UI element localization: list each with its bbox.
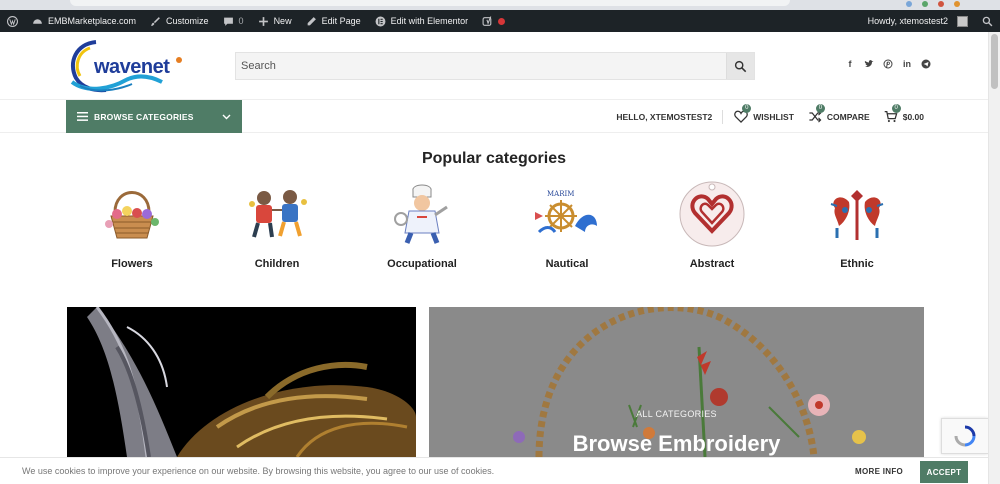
linkedin-icon[interactable]: in [902,59,912,69]
recaptcha-badge[interactable] [941,418,988,454]
edit-elementor-link[interactable]: Edit with Elementor [368,10,476,32]
site-header: wavenet f in [0,32,988,99]
wishlist-label: WISHLIST [753,111,794,122]
cookie-notice: We use cookies to improve your experienc… [0,457,988,484]
search-input[interactable] [236,53,726,79]
browse-categories-button[interactable]: BROWSE CATEGORIES [66,100,242,133]
twitter-icon[interactable] [864,59,874,69]
category-name: Abstract [689,258,735,270]
comment-icon [223,16,234,27]
plus-icon [258,16,269,27]
category-occupational[interactable]: Occupational [372,180,472,270]
howdy-label: Howdy, xtemostest2 [867,16,948,26]
wordpress-icon [7,15,18,27]
wishlist-link[interactable]: 0 WISHLIST [734,103,794,124]
scrollbar-thumb[interactable] [991,34,998,89]
account-greeting-link[interactable]: HELLO, XTEMOSTEST2 [616,109,724,124]
children-icon [241,180,313,248]
category-name: Ethnic [840,258,874,270]
admin-bar: EMBMarketplace.com Customize 0 New Edit … [0,10,1000,32]
yoast-link[interactable] [475,10,512,32]
telegram-icon[interactable] [921,59,931,69]
edit-page-link[interactable]: Edit Page [299,10,368,32]
category-name: Children [254,258,300,270]
ship-wheel-icon: MARIM [531,180,603,248]
browser-address-bar[interactable] [70,0,790,6]
celtic-heart-icon [676,180,748,248]
compare-label: COMPARE [826,111,870,122]
seo-status-dot [498,17,506,25]
main-navigation: BROWSE CATEGORIES HELLO, XTEMOSTEST2 0 W… [0,99,988,133]
category-name: Occupational [387,258,457,270]
dashboard-icon [32,16,43,27]
browser-extension-icons [906,1,960,7]
flower-basket-icon [96,180,168,248]
browse-embroidery-banner[interactable]: ALL CATEGORIES Browse Embroidery [429,307,924,457]
popular-categories-title: Popular categories [421,150,567,167]
chef-icon [386,180,458,248]
ethnic-birds-icon [821,180,893,248]
category-nautical[interactable]: MARIM Nautical [517,180,617,270]
cart-count-badge: 0 [891,103,901,113]
svg-text:MARIM: MARIM [547,190,574,198]
search-button[interactable] [726,53,754,79]
recaptcha-icon [954,425,976,447]
banner-subtitle: ALL CATEGORIES [636,409,717,419]
brush-icon [150,16,161,27]
category-name: Nautical [545,258,589,270]
new-label: New [273,16,292,26]
chevron-down-icon [222,114,231,119]
comments-count: 0 [238,16,244,26]
edit-page-label: Edit Page [321,16,361,26]
elementor-icon [375,16,386,27]
yoast-icon [482,15,493,27]
my-account-link[interactable]: Howdy, xtemostest2 [861,10,975,32]
compare-count-badge: 0 [815,103,825,113]
category-flowers[interactable]: Flowers [82,180,182,270]
site-name-label: EMBMarketplace.com [48,16,137,26]
cart-total: $0.00 [902,111,924,122]
browse-categories-label: BROWSE CATEGORIES [94,111,194,122]
avatar [957,15,968,27]
social-links: f in [845,59,931,69]
compare-link[interactable]: 0 COMPARE [808,103,870,124]
wordpress-logo-button[interactable] [0,10,25,32]
rooster-embroidery-image [87,307,416,457]
browser-tab-strip [0,0,1000,10]
logo-text: wavenet [94,56,170,78]
edit-elementor-label: Edit with Elementor [390,16,469,26]
facebook-icon[interactable]: f [845,59,855,69]
wishlist-count-badge: 0 [742,103,752,113]
search-icon [982,16,993,27]
customize-label: Customize [166,16,209,26]
customize-link[interactable]: Customize [143,10,216,32]
more-info-link[interactable]: MORE INFO [855,467,903,476]
pencil-icon [306,16,317,27]
comments-link[interactable]: 0 [216,10,251,32]
category-children[interactable]: Children [227,180,327,270]
search-icon [734,60,747,72]
site-logo[interactable]: wavenet [66,36,186,94]
cart-link[interactable]: 0 $0.00 [884,103,924,124]
hamburger-icon [77,112,88,121]
site-name-link[interactable]: EMBMarketplace.com [25,10,143,32]
banner-title: Browse Embroidery [572,431,781,456]
pinterest-icon[interactable] [883,59,893,69]
cookie-text: We use cookies to improve your experienc… [22,466,495,476]
search-form [235,52,755,80]
accept-button[interactable]: ACCEPT [920,461,968,483]
category-abstract[interactable]: Abstract [662,180,762,270]
featured-banner-rooster[interactable] [67,307,416,457]
new-content-link[interactable]: New [251,10,299,32]
page-scrollbar[interactable] [988,32,1000,484]
admin-search-button[interactable] [975,10,1000,32]
category-ethnic[interactable]: Ethnic [807,180,907,270]
category-name: Flowers [111,258,153,270]
